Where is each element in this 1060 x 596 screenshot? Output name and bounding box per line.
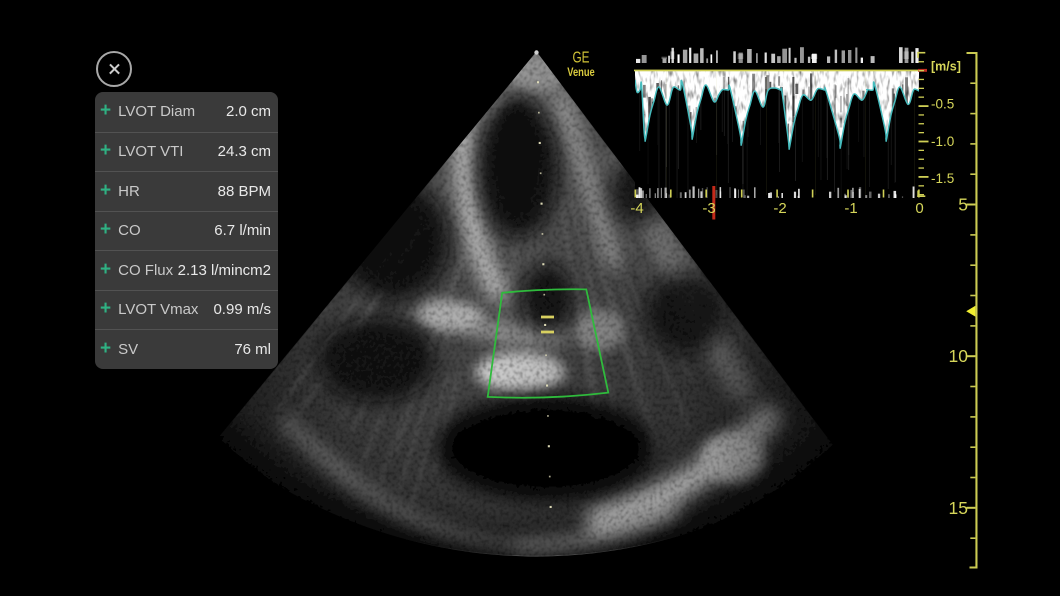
svg-text:[m/s]: [m/s] — [931, 60, 961, 74]
svg-text:GE: GE — [573, 50, 590, 67]
svg-text:-3: -3 — [702, 200, 715, 217]
svg-text:-2: -2 — [773, 200, 786, 217]
svg-text:-0.5: -0.5 — [931, 97, 954, 112]
svg-text:Venue: Venue — [567, 65, 595, 79]
svg-text:-4: -4 — [630, 200, 643, 217]
svg-text:5: 5 — [958, 195, 968, 215]
svg-text:15: 15 — [949, 498, 968, 518]
svg-text:-1.0: -1.0 — [931, 134, 954, 149]
svg-text:0: 0 — [915, 200, 923, 217]
svg-text:10: 10 — [949, 346, 969, 366]
svg-text:-1: -1 — [844, 200, 857, 217]
svg-text:-1.5: -1.5 — [931, 171, 954, 186]
